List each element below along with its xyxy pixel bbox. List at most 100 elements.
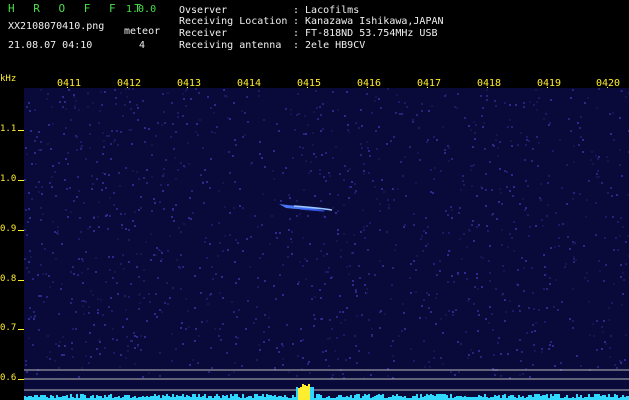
noise-pixel bbox=[64, 101, 66, 103]
noise-pixel bbox=[572, 241, 574, 243]
baseline-bar bbox=[522, 396, 524, 400]
noise-pixel bbox=[492, 144, 494, 146]
noise-pixel bbox=[380, 107, 382, 109]
noise-pixel bbox=[329, 337, 331, 339]
noise-pixel bbox=[504, 320, 506, 322]
baseline-bar bbox=[292, 395, 294, 400]
noise-pixel bbox=[125, 309, 127, 311]
noise-pixel bbox=[183, 223, 185, 225]
noise-pixel bbox=[511, 237, 513, 239]
noise-pixel bbox=[112, 256, 114, 258]
noise-pixel bbox=[485, 318, 487, 320]
noise-pixel bbox=[91, 188, 93, 190]
noise-pixel bbox=[347, 124, 349, 126]
noise-pixel bbox=[381, 188, 383, 190]
noise-pixel bbox=[605, 216, 607, 218]
noise-pixel bbox=[445, 210, 447, 212]
noise-pixel bbox=[321, 318, 323, 320]
noise-pixel bbox=[501, 229, 503, 231]
noise-pixel bbox=[511, 126, 513, 128]
noise-pixel bbox=[115, 97, 117, 99]
noise-pixel bbox=[305, 133, 307, 135]
noise-pixel bbox=[125, 167, 127, 169]
baseline-bar bbox=[442, 394, 444, 400]
noise-pixel bbox=[573, 256, 575, 258]
noise-pixel bbox=[502, 265, 504, 267]
noise-pixel bbox=[297, 283, 299, 285]
noise-pixel bbox=[491, 313, 493, 315]
noise-pixel bbox=[128, 229, 130, 231]
noise-pixel bbox=[43, 301, 45, 303]
noise-pixel bbox=[85, 251, 87, 253]
noise-pixel bbox=[442, 363, 444, 365]
noise-pixel bbox=[335, 146, 337, 148]
baseline-bar bbox=[250, 396, 252, 400]
noise-pixel bbox=[621, 175, 623, 177]
noise-pixel bbox=[355, 291, 357, 293]
noise-pixel bbox=[352, 252, 354, 254]
noise-pixel bbox=[550, 247, 552, 249]
baseline-bar bbox=[304, 385, 306, 400]
noise-pixel bbox=[263, 331, 265, 333]
baseline-bar bbox=[34, 395, 36, 400]
noise-pixel bbox=[76, 136, 78, 138]
noise-pixel bbox=[40, 264, 42, 266]
noise-pixel bbox=[528, 235, 530, 237]
noise-pixel bbox=[532, 292, 534, 294]
noise-pixel bbox=[496, 134, 498, 136]
noise-pixel bbox=[337, 233, 339, 235]
noise-pixel bbox=[296, 114, 298, 116]
baseline-bar bbox=[554, 394, 556, 400]
noise-pixel bbox=[557, 309, 559, 311]
noise-pixel bbox=[290, 109, 292, 111]
noise-pixel bbox=[98, 122, 100, 124]
noise-pixel bbox=[164, 122, 166, 124]
noise-pixel bbox=[160, 184, 162, 186]
noise-pixel bbox=[78, 376, 80, 378]
noise-pixel bbox=[548, 175, 550, 177]
noise-pixel bbox=[404, 224, 406, 226]
noise-pixel bbox=[311, 285, 313, 287]
noise-pixel bbox=[421, 110, 423, 112]
noise-pixel bbox=[55, 343, 57, 345]
noise-pixel bbox=[297, 355, 299, 357]
noise-pixel bbox=[237, 337, 239, 339]
noise-pixel bbox=[364, 284, 366, 286]
noise-pixel bbox=[38, 131, 40, 133]
noise-pixel bbox=[47, 143, 49, 145]
baseline-bar bbox=[616, 395, 618, 400]
baseline-bar bbox=[168, 396, 170, 400]
noise-pixel bbox=[346, 241, 348, 243]
noise-pixel bbox=[579, 193, 581, 195]
baseline-bar bbox=[118, 396, 120, 400]
noise-pixel bbox=[445, 314, 447, 316]
baseline-bar bbox=[414, 396, 416, 400]
noise-pixel bbox=[100, 299, 102, 301]
noise-pixel bbox=[300, 340, 302, 342]
noise-pixel bbox=[80, 141, 82, 143]
noise-pixel bbox=[222, 250, 224, 252]
noise-pixel bbox=[336, 240, 338, 242]
noise-pixel bbox=[415, 269, 417, 271]
noise-pixel bbox=[199, 267, 201, 269]
noise-pixel bbox=[512, 195, 514, 197]
noise-pixel bbox=[440, 318, 442, 320]
noise-pixel bbox=[128, 239, 130, 241]
noise-pixel bbox=[533, 308, 535, 310]
noise-pixel bbox=[509, 119, 511, 121]
noise-pixel bbox=[294, 129, 296, 131]
noise-pixel bbox=[596, 173, 598, 175]
baseline-bar bbox=[328, 396, 330, 400]
noise-pixel bbox=[606, 156, 608, 158]
baseline-bar bbox=[302, 384, 304, 400]
baseline-bar bbox=[56, 395, 58, 400]
noise-pixel bbox=[128, 88, 130, 90]
noise-pixel bbox=[190, 98, 192, 100]
noise-pixel bbox=[588, 301, 590, 303]
noise-pixel bbox=[157, 122, 159, 124]
noise-pixel bbox=[340, 249, 342, 251]
noise-pixel bbox=[497, 342, 499, 344]
baseline-bar bbox=[368, 394, 370, 400]
noise-pixel bbox=[468, 125, 470, 127]
noise-pixel bbox=[151, 176, 153, 178]
